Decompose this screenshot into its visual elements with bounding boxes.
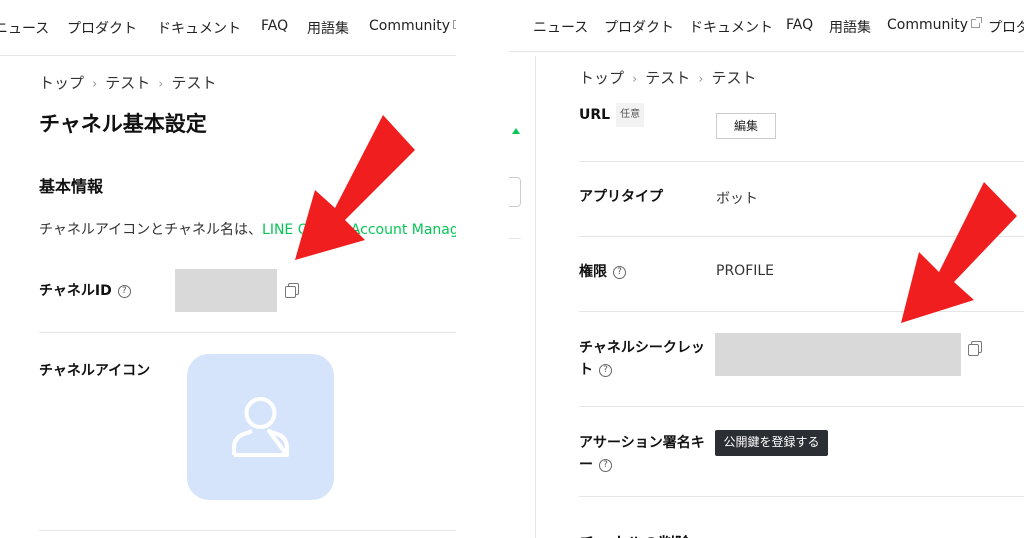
breadcrumb-channel: テスト bbox=[171, 74, 217, 92]
user-silhouette-icon bbox=[232, 397, 289, 457]
channel-secret-label: チャネルシークレッ ト? bbox=[579, 337, 705, 381]
channel-secret-value-redacted bbox=[715, 333, 961, 376]
copy-icon[interactable] bbox=[968, 341, 982, 356]
breadcrumb-separator-icon: › bbox=[92, 77, 98, 92]
app-type-label: アプリタイプ bbox=[579, 189, 663, 205]
collapse-arrow-icon[interactable] bbox=[512, 128, 520, 134]
nav-item-products[interactable]: プロダクト bbox=[67, 18, 137, 38]
url-label: URL 任意 bbox=[579, 103, 645, 127]
nav-item-documents[interactable]: ドキュメント bbox=[157, 18, 241, 38]
nav-item-faq[interactable]: FAQ bbox=[261, 18, 288, 34]
row-divider bbox=[579, 496, 1024, 497]
nav-item-community-label: Community bbox=[369, 18, 451, 34]
breadcrumb-provider[interactable]: テスト bbox=[645, 69, 690, 87]
breadcrumb-top[interactable]: トップ bbox=[579, 69, 624, 87]
app-type-value: ボット bbox=[716, 191, 758, 207]
row-divider bbox=[579, 161, 1024, 162]
red-arrow-icon bbox=[295, 115, 415, 260]
nav-item-community[interactable]: Community bbox=[369, 18, 456, 34]
channel-secret-label-line1: チャネルシークレッ bbox=[579, 340, 705, 356]
breadcrumb-provider[interactable]: テスト bbox=[105, 74, 150, 92]
permission-label-text: 権限 bbox=[579, 264, 607, 280]
nav-item-news[interactable]: ニュース bbox=[533, 17, 588, 37]
channel-id-label: チャネルID? bbox=[39, 280, 131, 302]
sidebar-divider-stub bbox=[509, 238, 521, 239]
breadcrumb-top[interactable]: トップ bbox=[39, 74, 84, 92]
sidebar-input-stub bbox=[509, 177, 521, 207]
right-screenshot-panel: ニュース プロダクト ドキュメント FAQ 用語集 Community プロダク… bbox=[509, 0, 1024, 538]
red-arrow-icon bbox=[901, 182, 1017, 323]
optional-badge: 任意 bbox=[616, 103, 645, 127]
row-divider bbox=[39, 332, 456, 333]
section-title: 基本情報 bbox=[39, 177, 104, 196]
channel-icon-label: チャネルアイコン bbox=[39, 363, 151, 379]
help-icon[interactable]: ? bbox=[599, 458, 612, 472]
channel-secret-label-line2: ト bbox=[579, 362, 593, 378]
breadcrumb: トップ › テスト › テスト bbox=[39, 72, 216, 93]
nav-item-news[interactable]: ニュース bbox=[0, 18, 49, 38]
edit-url-button[interactable]: 編集 bbox=[716, 113, 776, 139]
nav-item-faq[interactable]: FAQ bbox=[786, 17, 813, 33]
help-icon[interactable]: ? bbox=[117, 284, 131, 298]
register-public-key-button[interactable]: 公開鍵を登録する bbox=[715, 430, 828, 456]
channel-icon-avatar[interactable] bbox=[187, 354, 334, 500]
breadcrumb-separator-icon: › bbox=[158, 77, 164, 92]
top-navigation: ニュース プロダクト ドキュメント FAQ 用語集 Community プロダク… bbox=[509, 0, 1024, 52]
channel-id-value-redacted bbox=[175, 269, 277, 312]
nav-item-community[interactable]: Community bbox=[887, 17, 983, 33]
breadcrumb-channel: テスト bbox=[711, 69, 757, 87]
description-text: チャネルアイコンとチャネル名は、 bbox=[39, 222, 263, 238]
row-divider bbox=[579, 406, 1024, 407]
nav-item-products[interactable]: プロダクト bbox=[604, 17, 674, 37]
page-title: チャネル基本設定 bbox=[39, 112, 207, 136]
sidebar-border bbox=[535, 56, 536, 538]
help-icon[interactable]: ? bbox=[613, 265, 626, 279]
breadcrumb-separator-icon: › bbox=[632, 72, 638, 87]
permission-label: 権限? bbox=[579, 261, 626, 283]
assertion-label-line2: ー bbox=[579, 457, 593, 473]
nav-item-products-2[interactable]: プロダクト bbox=[988, 17, 1024, 37]
row-divider bbox=[39, 530, 456, 531]
top-navigation: ニュース プロダクト ドキュメント FAQ 用語集 Community bbox=[0, 0, 456, 56]
nav-item-glossary[interactable]: 用語集 bbox=[307, 18, 349, 38]
assertion-label-line1: アサーション署名キ bbox=[579, 435, 705, 451]
copy-icon[interactable] bbox=[285, 283, 299, 298]
assertion-signing-key-label: アサーション署名キ ー? bbox=[579, 432, 705, 476]
nav-item-community-label: Community bbox=[887, 17, 969, 33]
nav-item-documents[interactable]: ドキュメント bbox=[689, 17, 773, 37]
external-link-icon bbox=[971, 17, 983, 28]
help-icon[interactable]: ? bbox=[599, 363, 612, 377]
channel-id-label-text: チャネルID bbox=[39, 283, 112, 299]
nav-item-glossary[interactable]: 用語集 bbox=[829, 17, 871, 37]
breadcrumb: トップ › テスト › テスト bbox=[579, 67, 756, 88]
panel-gap bbox=[456, 0, 509, 538]
url-label-text: URL bbox=[579, 107, 611, 123]
breadcrumb-separator-icon: › bbox=[698, 72, 704, 87]
permission-value: PROFILE bbox=[716, 263, 775, 279]
left-screenshot-panel: ニュース プロダクト ドキュメント FAQ 用語集 Community トップ ›… bbox=[0, 0, 456, 538]
delete-channel-section-title: チャネルの削除 bbox=[579, 530, 691, 538]
